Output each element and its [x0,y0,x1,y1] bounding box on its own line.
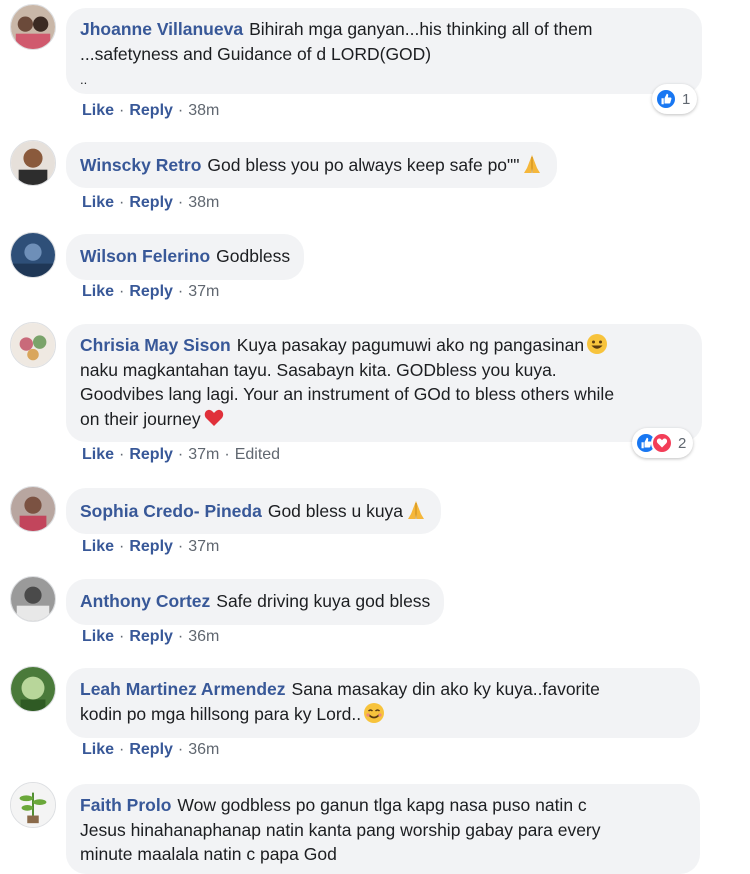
comment-bubble: Wilson Felerino Godbless [66,234,305,280]
comment-bubble: Anthony Cortez Safe driving kuya god bles… [66,579,445,625]
comment-actions: Like · Reply · 38m [82,194,220,211]
comment-text: Jesus hinahanaphanap natin kanta pang wo… [80,819,601,840]
timestamp[interactable]: 37m [188,446,219,463]
comment-text: minute maalala natin c papa God [80,844,337,864]
avatar[interactable] [10,666,56,712]
folded-hands-icon [521,153,543,175]
comment-author[interactable]: Chrisia May Sison [80,335,231,355]
like-link[interactable]: Like [82,283,114,300]
comment-actions: Like · Reply · 38m [82,102,220,119]
reaction-count: 1 [682,90,691,108]
comment-text: Sana masakay din ako ky kuya..favorite [291,679,600,699]
timestamp[interactable]: 38m [188,194,219,211]
grinning-face-icon [586,333,608,355]
timestamp[interactable]: 38m [188,102,219,119]
avatar[interactable] [10,232,56,278]
comment-text: Bihirah mga ganyan...his thinking all of… [249,19,593,39]
comment-text: God bless you po always keep safe po"" [207,155,520,175]
like-link[interactable]: Like [82,628,114,645]
reply-link[interactable]: Reply [129,102,173,119]
reaction-count: 2 [678,434,687,452]
comment-actions: Like · Reply · 36m [82,741,220,758]
comment-bubble: Sophia Credo- Pineda God bless u kuya [66,488,442,534]
comment-author[interactable]: Leah Martinez Armendez [80,679,286,699]
comment-text: Kuya pasakay pagumuwi ako ng pangasinan [236,335,585,355]
timestamp[interactable]: 36m [188,741,219,758]
like-link[interactable]: Like [82,538,114,555]
like-link[interactable]: Like [82,741,114,758]
reply-link[interactable]: Reply [129,446,173,463]
avatar[interactable] [10,140,56,186]
smiling-face-icon [363,702,385,724]
edited-label[interactable]: Edited [235,446,280,463]
love-icon [651,432,673,454]
like-link[interactable]: Like [82,446,114,463]
comment-text: ...safetyness and Guidance of d LORD(GOD… [80,43,432,64]
comment-actions: Like · Reply · 37m [82,538,220,555]
red-heart-icon [203,407,225,429]
reply-link[interactable]: Reply [129,538,173,555]
avatar[interactable] [10,4,56,50]
comment-author[interactable]: Jhoanne Villanueva [80,19,243,39]
comment-author[interactable]: Wilson Felerino [80,246,210,266]
comment-text: God bless u kuya [267,501,404,521]
comment-author[interactable]: Sophia Credo- Pineda [80,501,262,521]
comment-text: naku magkantahan tayu. Sasabayn kita. GO… [80,359,557,380]
timestamp[interactable]: 37m [188,538,219,555]
comment-bubble: Faith Prolo Wow godbless po ganun tlga ka… [66,784,700,874]
avatar[interactable] [10,322,56,368]
like-link[interactable]: Like [82,102,114,119]
comment-text: Wow godbless po ganun tlga kapg nasa pus… [177,795,587,815]
folded-hands-icon [405,499,427,521]
reaction-summary[interactable]: 2 [632,428,694,458]
reply-link[interactable]: Reply [129,741,173,758]
comment-actions: Like · Reply · 37m · Edited [82,446,281,463]
comment-bubble: Jhoanne Villanueva Bihirah mga ganyan...h… [66,8,702,94]
comment-bubble: Winscky Retro God bless you po always kee… [66,142,558,188]
like-icon [655,88,677,110]
comment-text: kodin po mga hillsong para ky Lord.. [80,703,362,724]
reply-link[interactable]: Reply [129,628,173,645]
comment-author[interactable]: Anthony Cortez [80,591,210,611]
timestamp[interactable]: 37m [188,283,219,300]
reply-link[interactable]: Reply [129,194,173,211]
like-link[interactable]: Like [82,194,114,211]
timestamp[interactable]: 36m [188,628,219,645]
comment-author[interactable]: Winscky Retro [80,155,201,175]
comment-text: Godbless [216,246,291,266]
avatar[interactable] [10,486,56,532]
comment-author[interactable]: Faith Prolo [80,795,171,815]
comment-actions: Like · Reply · 36m [82,628,220,645]
reply-link[interactable]: Reply [129,283,173,300]
reaction-summary[interactable]: 1 [652,84,698,114]
comment-actions: Like · Reply · 37m [82,283,220,300]
comment-text: .. [80,72,88,87]
comment-text: Safe driving kuya god bless [216,591,431,611]
comment-bubble: Leah Martinez Armendez Sana masakay din a… [66,668,700,738]
avatar[interactable] [10,782,56,828]
comment-bubble: Chrisia May Sison Kuya pasakay pagumuwi a… [66,324,702,442]
comment-text: on their journey [80,408,201,429]
avatar[interactable] [10,576,56,622]
comment-text: Goodvibes lang lagi. Your an instrument … [80,384,615,404]
